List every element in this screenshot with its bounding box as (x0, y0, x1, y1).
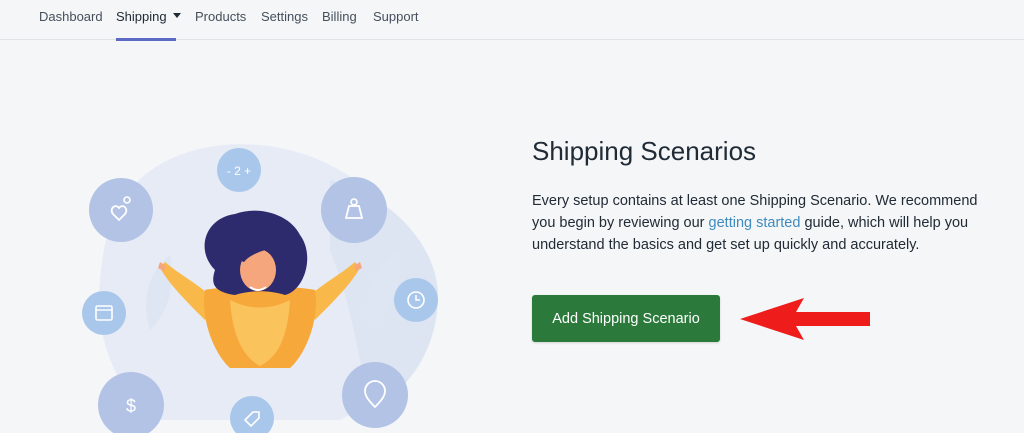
weight-icon (321, 177, 387, 243)
nav-support[interactable]: Support (373, 0, 419, 40)
shipping-illustration: - 2 + $ (82, 144, 439, 433)
add-shipping-scenario-button[interactable]: Add Shipping Scenario (532, 295, 720, 342)
caret-down-icon (172, 13, 181, 19)
nav-dashboard[interactable]: Dashboard (39, 0, 103, 40)
map-pin-icon (342, 362, 408, 428)
clock-icon (394, 278, 438, 322)
nav-products[interactable]: Products (195, 0, 246, 40)
getting-started-link[interactable]: getting started (709, 215, 801, 231)
nav-settings[interactable]: Settings (261, 0, 308, 40)
counter-icon: - 2 + (217, 148, 261, 192)
counter-text: - 2 + (227, 164, 251, 178)
nav-shipping[interactable]: Shipping (116, 0, 181, 41)
page-description: Every setup contains at least one Shippi… (532, 190, 1002, 256)
red-arrow-annotation (740, 298, 870, 340)
location-heart-icon (89, 178, 153, 242)
calendar-icon (82, 291, 126, 335)
svg-text:$: $ (126, 396, 136, 416)
nav-billing[interactable]: Billing (322, 0, 357, 40)
top-nav: Dashboard Shipping Products Settings Bil… (0, 0, 1024, 41)
page-title: Shipping Scenarios (532, 136, 757, 166)
nav-shipping-label: Shipping (116, 9, 167, 24)
